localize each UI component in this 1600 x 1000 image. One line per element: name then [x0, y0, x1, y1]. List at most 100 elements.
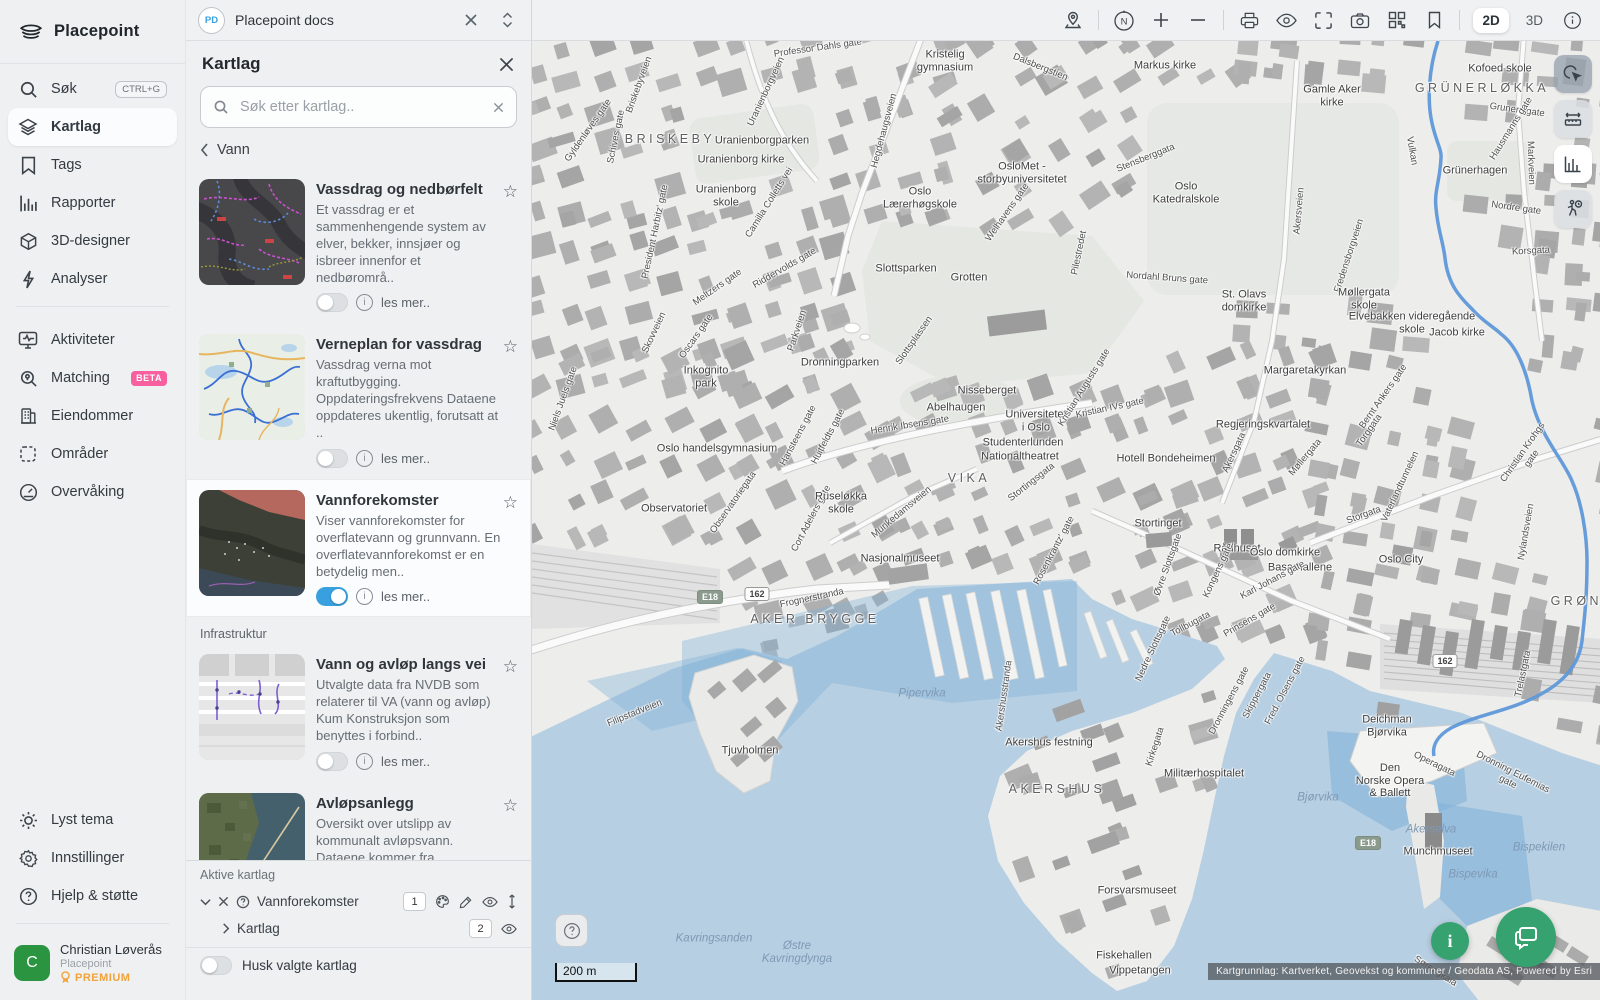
eye-icon[interactable] — [1274, 8, 1298, 32]
favorite-star-icon[interactable]: ☆ — [503, 796, 518, 816]
remember-layers-toggle[interactable] — [200, 956, 232, 975]
select-area-tool[interactable] — [1554, 55, 1592, 93]
layer-card[interactable]: Vassdrag og nedbørfelt Et vassdrag er et… — [186, 168, 531, 323]
sun-icon — [18, 810, 38, 830]
sidebar-item-hjelp-st-tte[interactable]: Hjelp & støtte — [8, 877, 177, 915]
basemap — [532, 41, 1600, 1000]
shortcut-badge: CTRL+G — [115, 81, 167, 98]
project-badge[interactable]: PD — [198, 7, 225, 34]
layer-toggle[interactable] — [316, 293, 348, 312]
layer-card[interactable]: Avløpsanlegg Oversikt over utslipp av ko… — [186, 782, 531, 860]
sidebar-item-lyst-tema[interactable]: Lyst tema — [8, 801, 177, 839]
mode-2d-button[interactable]: 2D — [1473, 8, 1508, 33]
camera-icon[interactable] — [1348, 8, 1372, 32]
sidebar-item-kartlag[interactable]: Kartlag — [8, 108, 177, 146]
chat-button[interactable] — [1496, 907, 1556, 967]
map-position-icon[interactable] — [1061, 8, 1085, 32]
search-icon — [18, 79, 38, 99]
layer-toggle[interactable] — [316, 587, 348, 606]
sidebar-item-label: Overvåking — [51, 484, 124, 500]
chart-tool[interactable] — [1554, 145, 1592, 183]
favorite-star-icon[interactable]: ☆ — [503, 337, 518, 357]
layer-thumbnail — [199, 334, 305, 440]
sidebar-item-analyser[interactable]: Analyser — [8, 260, 177, 298]
sidebar-item-rapporter[interactable]: Rapporter — [8, 184, 177, 222]
map-attribution: Kartgrunnlag: Kartverket, Geovekst og ko… — [1208, 963, 1600, 980]
favorite-star-icon[interactable]: ☆ — [503, 493, 518, 513]
sidebar-item-matching[interactable]: Matching BETA — [8, 359, 177, 397]
layer-card[interactable]: Vannforekomster Viser vannforekomster fo… — [186, 479, 531, 618]
back-breadcrumb[interactable]: Vann — [186, 140, 531, 168]
layer-title: Vannforekomster — [316, 492, 502, 509]
sidebar-item-omr-der[interactable]: Områder — [8, 435, 177, 473]
gear-icon — [18, 848, 38, 868]
read-more-link[interactable]: les mer.. — [381, 451, 430, 466]
panel-close-icon[interactable] — [498, 56, 515, 73]
visibility-icon[interactable] — [482, 896, 498, 908]
layer-description: Viser vannforekomster for overflatevann … — [316, 513, 502, 581]
layer-description: Oversikt over utslipp av kommunalt avløp… — [316, 816, 502, 860]
map-info-icon[interactable] — [1560, 8, 1584, 32]
mode-3d-button[interactable]: 3D — [1522, 8, 1547, 33]
visibility-icon[interactable] — [501, 923, 517, 935]
favorite-star-icon[interactable]: ☆ — [503, 657, 518, 677]
sidebar-item-tags[interactable]: Tags — [8, 146, 177, 184]
user-account[interactable]: C Christian Løverås Placepoint PREMIUM — [0, 932, 185, 1000]
layer-toggle[interactable] — [316, 752, 348, 771]
active-sublayer-row[interactable]: Kartlag 2 — [200, 915, 517, 942]
sidebar: Placepoint Søk CTRL+G Kartlag Tags Rappo… — [0, 0, 186, 1000]
fullscreen-icon[interactable] — [1311, 8, 1335, 32]
info-button[interactable]: i — [1431, 922, 1469, 960]
layer-card[interactable]: Verneplan for vassdrag Vassdrag verna mo… — [186, 323, 531, 478]
match-icon — [18, 368, 38, 388]
map-help-button[interactable] — [555, 914, 588, 947]
remove-layer-icon[interactable] — [218, 896, 229, 907]
info-icon: i — [356, 294, 373, 311]
project-switch-icon[interactable] — [495, 8, 519, 32]
bookmark-icon[interactable] — [1422, 8, 1446, 32]
sidebar-item-label: Områder — [51, 446, 108, 462]
read-more-link[interactable]: les mer.. — [381, 295, 430, 310]
sidebar-item-s-k[interactable]: Søk CTRL+G — [8, 70, 177, 108]
layer-search[interactable] — [200, 86, 517, 128]
app-logo[interactable]: Placepoint — [0, 0, 185, 64]
map-canvas[interactable]: BRISKEBYGRÜNERLØKKAVIKAAKER BRYGGEAKERSH… — [532, 41, 1600, 1000]
read-more-link[interactable]: les mer.. — [381, 589, 430, 604]
print-icon[interactable] — [1237, 8, 1261, 32]
report-icon — [18, 193, 38, 213]
reorder-icon[interactable] — [507, 894, 517, 909]
measure-tool[interactable] — [1554, 100, 1592, 138]
sidebar-item-eiendommer[interactable]: Eiendommer — [8, 397, 177, 435]
compass-icon[interactable]: N — [1112, 8, 1136, 32]
help-icon — [18, 886, 38, 906]
zoom-in-icon[interactable] — [1149, 8, 1173, 32]
sidebar-item-3d-designer[interactable]: 3D-designer — [8, 222, 177, 260]
active-layer-row[interactable]: Vannforekomster 1 — [200, 888, 517, 915]
project-name[interactable]: Placepoint docs — [235, 12, 334, 28]
sidebar-item-innstillinger[interactable]: Innstillinger — [8, 839, 177, 877]
sidebar-item-overv-king[interactable]: Overvåking — [8, 473, 177, 511]
edit-style-icon[interactable] — [459, 895, 473, 909]
sidebar-item-aktiviteter[interactable]: Aktiviteter — [8, 321, 177, 359]
tag-icon — [18, 155, 38, 175]
qr-icon[interactable] — [1385, 8, 1409, 32]
travel-time-tool[interactable] — [1554, 190, 1592, 228]
sidebar-item-label: Tags — [51, 157, 82, 173]
sidebar-item-label: Rapporter — [51, 195, 115, 211]
project-close-icon[interactable] — [459, 8, 483, 32]
clear-search-icon[interactable] — [493, 102, 504, 113]
activity-icon — [18, 330, 38, 350]
layer-thumbnail — [199, 179, 305, 285]
layer-search-input[interactable] — [238, 98, 484, 116]
layer-card-list: Vassdrag og nedbørfelt Et vassdrag er et… — [186, 168, 531, 860]
premium-badge: PREMIUM — [60, 971, 162, 984]
sidebar-item-label: Innstillinger — [51, 850, 124, 866]
favorite-star-icon[interactable]: ☆ — [503, 182, 518, 202]
read-more-link[interactable]: les mer.. — [381, 754, 430, 769]
palette-icon[interactable] — [435, 894, 450, 909]
chevron-down-icon — [200, 898, 211, 906]
layer-card[interactable]: Vann og avløp langs vei Utvalgte data fr… — [186, 643, 531, 782]
zoom-out-icon[interactable] — [1186, 8, 1210, 32]
nav-divider — [16, 306, 169, 307]
layer-toggle[interactable] — [316, 449, 348, 468]
